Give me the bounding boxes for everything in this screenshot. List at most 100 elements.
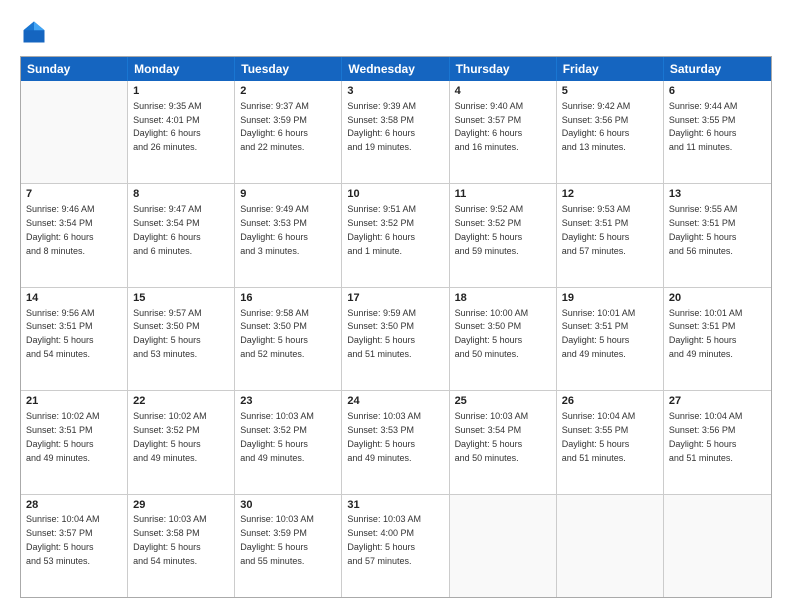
day-content: Sunrise: 9:42 AM Sunset: 3:56 PM Dayligh… bbox=[562, 101, 631, 152]
day-content: Sunrise: 10:03 AM Sunset: 3:58 PM Daylig… bbox=[133, 514, 207, 565]
day-content: Sunrise: 10:02 AM Sunset: 3:51 PM Daylig… bbox=[26, 411, 100, 462]
calendar-cell: 26 Sunrise: 10:04 AM Sunset: 3:55 PM Dayl… bbox=[557, 391, 664, 493]
day-content: Sunrise: 9:57 AM Sunset: 3:50 PM Dayligh… bbox=[133, 308, 202, 359]
calendar-cell: 7Sunrise: 9:46 AM Sunset: 3:54 PM Daylig… bbox=[21, 184, 128, 286]
calendar-cell: 17 Sunrise: 9:59 AM Sunset: 3:50 PM Dayli… bbox=[342, 288, 449, 390]
calendar-week-4: 21 Sunrise: 10:02 AM Sunset: 3:51 PM Dayl… bbox=[21, 391, 771, 494]
day-content: Sunrise: 10:01 AM Sunset: 3:51 PM Daylig… bbox=[669, 308, 743, 359]
header-day-tuesday: Tuesday bbox=[235, 57, 342, 81]
calendar-cell: 19 Sunrise: 10:01 AM Sunset: 3:51 PM Dayl… bbox=[557, 288, 664, 390]
day-number: 13 bbox=[669, 187, 766, 202]
day-number: 15 bbox=[133, 291, 229, 306]
header-day-thursday: Thursday bbox=[450, 57, 557, 81]
day-number: 12 bbox=[562, 187, 658, 202]
calendar-cell: 11 Sunrise: 9:52 AM Sunset: 3:52 PM Dayli… bbox=[450, 184, 557, 286]
calendar-cell: 20 Sunrise: 10:01 AM Sunset: 3:51 PM Dayl… bbox=[664, 288, 771, 390]
calendar-cell: 24Sunrise: 10:03 AM Sunset: 3:53 PM Dayl… bbox=[342, 391, 449, 493]
calendar-cell: 18 Sunrise: 10:00 AM Sunset: 3:50 PM Dayl… bbox=[450, 288, 557, 390]
day-content: Sunrise: 10:00 AM Sunset: 3:50 PM Daylig… bbox=[455, 308, 529, 359]
day-number: 5 bbox=[562, 84, 658, 99]
day-number: 20 bbox=[669, 291, 766, 306]
day-number: 21 bbox=[26, 394, 122, 409]
day-number: 6 bbox=[669, 84, 766, 99]
day-content: Sunrise: 9:44 AM Sunset: 3:55 PM Dayligh… bbox=[669, 101, 738, 152]
day-number: 23 bbox=[240, 394, 336, 409]
day-content: Sunrise: 10:03 AM Sunset: 3:53 PM Daylig… bbox=[347, 411, 421, 462]
day-content: Sunrise: 9:52 AM Sunset: 3:52 PM Dayligh… bbox=[455, 204, 524, 255]
calendar-cell: 13 Sunrise: 9:55 AM Sunset: 3:51 PM Dayli… bbox=[664, 184, 771, 286]
day-content: Sunrise: 10:04 AM Sunset: 3:55 PM Daylig… bbox=[562, 411, 636, 462]
calendar-cell: 22 Sunrise: 10:02 AM Sunset: 3:52 PM Dayl… bbox=[128, 391, 235, 493]
day-content: Sunrise: 10:04 AM Sunset: 3:57 PM Daylig… bbox=[26, 514, 100, 565]
day-number: 30 bbox=[240, 498, 336, 513]
day-content: Sunrise: 10:02 AM Sunset: 3:52 PM Daylig… bbox=[133, 411, 207, 462]
page: SundayMondayTuesdayWednesdayThursdayFrid… bbox=[0, 0, 792, 612]
calendar-week-5: 28Sunrise: 10:04 AM Sunset: 3:57 PM Dayl… bbox=[21, 495, 771, 597]
day-number: 31 bbox=[347, 498, 443, 513]
day-number: 3 bbox=[347, 84, 443, 99]
day-content: Sunrise: 9:53 AM Sunset: 3:51 PM Dayligh… bbox=[562, 204, 631, 255]
day-number: 22 bbox=[133, 394, 229, 409]
day-content: Sunrise: 9:59 AM Sunset: 3:50 PM Dayligh… bbox=[347, 308, 416, 359]
day-number: 28 bbox=[26, 498, 122, 513]
calendar-cell: 2Sunrise: 9:37 AM Sunset: 3:59 PM Daylig… bbox=[235, 81, 342, 183]
day-content: Sunrise: 9:47 AM Sunset: 3:54 PM Dayligh… bbox=[133, 204, 202, 255]
day-content: Sunrise: 9:51 AM Sunset: 3:52 PM Dayligh… bbox=[347, 204, 416, 255]
calendar-header: SundayMondayTuesdayWednesdayThursdayFrid… bbox=[21, 57, 771, 81]
logo bbox=[20, 18, 52, 46]
day-number: 11 bbox=[455, 187, 551, 202]
day-content: Sunrise: 9:49 AM Sunset: 3:53 PM Dayligh… bbox=[240, 204, 309, 255]
day-content: Sunrise: 9:35 AM Sunset: 4:01 PM Dayligh… bbox=[133, 101, 202, 152]
header-day-friday: Friday bbox=[557, 57, 664, 81]
calendar-cell: 12 Sunrise: 9:53 AM Sunset: 3:51 PM Dayli… bbox=[557, 184, 664, 286]
calendar-cell: 30Sunrise: 10:03 AM Sunset: 3:59 PM Dayl… bbox=[235, 495, 342, 597]
calendar-cell: 25 Sunrise: 10:03 AM Sunset: 3:54 PM Dayl… bbox=[450, 391, 557, 493]
day-number: 4 bbox=[455, 84, 551, 99]
day-content: Sunrise: 10:03 AM Sunset: 3:59 PM Daylig… bbox=[240, 514, 314, 565]
day-number: 18 bbox=[455, 291, 551, 306]
calendar-cell: 9Sunrise: 9:49 AM Sunset: 3:53 PM Daylig… bbox=[235, 184, 342, 286]
header bbox=[20, 18, 772, 46]
calendar-cell bbox=[664, 495, 771, 597]
calendar-cell: 10Sunrise: 9:51 AM Sunset: 3:52 PM Dayli… bbox=[342, 184, 449, 286]
calendar-cell bbox=[450, 495, 557, 597]
day-content: Sunrise: 10:03 AM Sunset: 4:00 PM Daylig… bbox=[347, 514, 421, 565]
day-content: Sunrise: 9:56 AM Sunset: 3:51 PM Dayligh… bbox=[26, 308, 95, 359]
calendar-cell: 3Sunrise: 9:39 AM Sunset: 3:58 PM Daylig… bbox=[342, 81, 449, 183]
day-number: 17 bbox=[347, 291, 443, 306]
header-day-saturday: Saturday bbox=[664, 57, 771, 81]
day-content: Sunrise: 9:46 AM Sunset: 3:54 PM Dayligh… bbox=[26, 204, 95, 255]
calendar-cell: 29Sunrise: 10:03 AM Sunset: 3:58 PM Dayl… bbox=[128, 495, 235, 597]
day-content: Sunrise: 10:04 AM Sunset: 3:56 PM Daylig… bbox=[669, 411, 743, 462]
calendar-cell: 14Sunrise: 9:56 AM Sunset: 3:51 PM Dayli… bbox=[21, 288, 128, 390]
day-number: 19 bbox=[562, 291, 658, 306]
day-content: Sunrise: 10:01 AM Sunset: 3:51 PM Daylig… bbox=[562, 308, 636, 359]
day-number: 8 bbox=[133, 187, 229, 202]
calendar-cell bbox=[21, 81, 128, 183]
day-content: Sunrise: 9:55 AM Sunset: 3:51 PM Dayligh… bbox=[669, 204, 738, 255]
header-day-wednesday: Wednesday bbox=[342, 57, 449, 81]
header-day-monday: Monday bbox=[128, 57, 235, 81]
day-content: Sunrise: 9:58 AM Sunset: 3:50 PM Dayligh… bbox=[240, 308, 309, 359]
day-number: 1 bbox=[133, 84, 229, 99]
calendar: SundayMondayTuesdayWednesdayThursdayFrid… bbox=[20, 56, 772, 598]
day-content: Sunrise: 9:37 AM Sunset: 3:59 PM Dayligh… bbox=[240, 101, 309, 152]
day-number: 26 bbox=[562, 394, 658, 409]
calendar-cell: 16 Sunrise: 9:58 AM Sunset: 3:50 PM Dayli… bbox=[235, 288, 342, 390]
day-number: 16 bbox=[240, 291, 336, 306]
calendar-week-2: 7Sunrise: 9:46 AM Sunset: 3:54 PM Daylig… bbox=[21, 184, 771, 287]
day-number: 25 bbox=[455, 394, 551, 409]
day-content: Sunrise: 10:03 AM Sunset: 3:54 PM Daylig… bbox=[455, 411, 529, 462]
calendar-cell: 28Sunrise: 10:04 AM Sunset: 3:57 PM Dayl… bbox=[21, 495, 128, 597]
calendar-cell: 1 Sunrise: 9:35 AM Sunset: 4:01 PM Daylig… bbox=[128, 81, 235, 183]
day-number: 27 bbox=[669, 394, 766, 409]
calendar-week-1: 1 Sunrise: 9:35 AM Sunset: 4:01 PM Daylig… bbox=[21, 81, 771, 184]
day-number: 29 bbox=[133, 498, 229, 513]
calendar-cell: 27 Sunrise: 10:04 AM Sunset: 3:56 PM Dayl… bbox=[664, 391, 771, 493]
calendar-cell: 15 Sunrise: 9:57 AM Sunset: 3:50 PM Dayli… bbox=[128, 288, 235, 390]
calendar-cell: 8 Sunrise: 9:47 AM Sunset: 3:54 PM Daylig… bbox=[128, 184, 235, 286]
calendar-body: 1 Sunrise: 9:35 AM Sunset: 4:01 PM Daylig… bbox=[21, 81, 771, 597]
calendar-cell: 4Sunrise: 9:40 AM Sunset: 3:57 PM Daylig… bbox=[450, 81, 557, 183]
calendar-cell: 31Sunrise: 10:03 AM Sunset: 4:00 PM Dayl… bbox=[342, 495, 449, 597]
calendar-cell: 21 Sunrise: 10:02 AM Sunset: 3:51 PM Dayl… bbox=[21, 391, 128, 493]
